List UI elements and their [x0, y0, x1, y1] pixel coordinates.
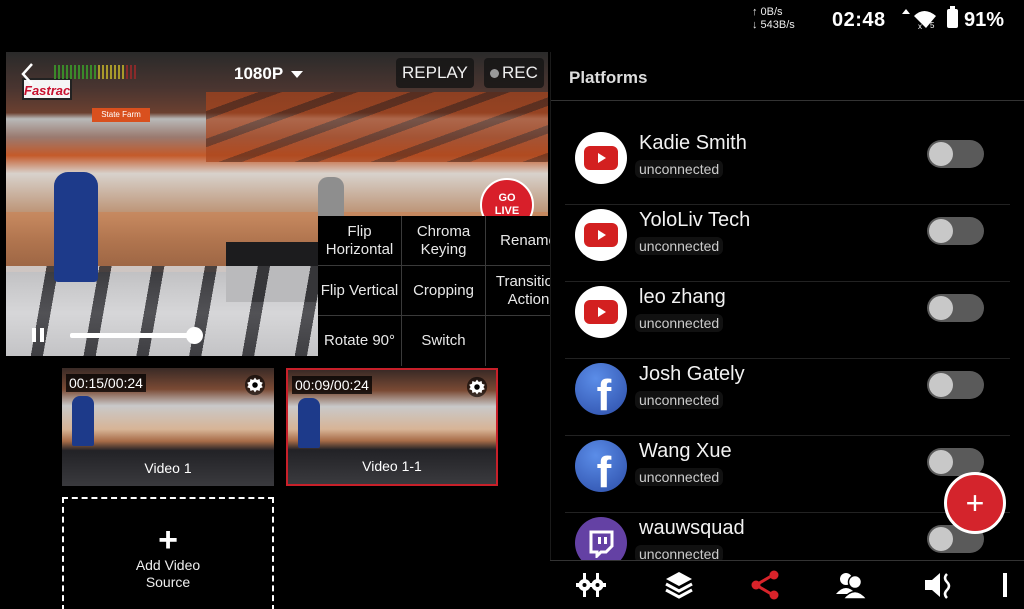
thumbnail-image-person	[72, 396, 94, 446]
toggle-knob	[929, 219, 953, 243]
gear-icon[interactable]	[244, 374, 266, 396]
add-video-source-button[interactable]: + Add Video Source	[62, 497, 274, 609]
gear-icon[interactable]	[466, 376, 488, 398]
youtube-icon	[575, 286, 627, 338]
preview-sign-2: State Farm	[92, 108, 150, 122]
source-context-menu: Flip Horizontal Chroma Keying Rename Fli…	[318, 216, 571, 366]
platform-status: unconnected	[635, 391, 724, 409]
network-speed: ↑ 0B/s ↓ 543B/s	[752, 6, 795, 32]
users-icon	[836, 573, 868, 600]
clock: 02:48	[832, 9, 886, 31]
platform-row[interactable]: Kadie Smith unconnected	[565, 128, 1010, 205]
platform-status: unconnected	[635, 314, 724, 332]
add-source-label: Add Video Source	[64, 557, 272, 591]
toggle-knob	[929, 527, 953, 551]
preview-image-person	[54, 172, 98, 282]
upload-speed: 0B/s	[760, 6, 783, 18]
nav-audio[interactable]	[922, 569, 956, 601]
pause-button[interactable]	[32, 328, 46, 342]
nav-mixer[interactable]	[574, 569, 608, 601]
playback-progress-thumb[interactable]	[186, 327, 203, 344]
platform-status: unconnected	[635, 237, 724, 255]
platform-list: Kadie Smith unconnected YoloLiv Tech unc…	[565, 128, 1010, 590]
status-bar: ↑ 0B/s ↓ 543B/s 02:48 x 5 91%	[0, 0, 1024, 40]
platform-toggle[interactable]	[927, 217, 984, 245]
replay-button[interactable]: REPLAY	[396, 58, 474, 88]
svg-text:5: 5	[930, 21, 935, 30]
source-time: 00:09/00:24	[292, 376, 372, 394]
platform-row[interactable]: f Josh Gately unconnected	[565, 359, 1010, 436]
share-icon	[751, 570, 779, 600]
platform-toggle[interactable]	[927, 140, 984, 168]
platform-status: unconnected	[635, 468, 724, 486]
svg-text:x: x	[918, 22, 922, 30]
source-thumbnail[interactable]: 00:15/00:24 Video 1	[62, 368, 274, 486]
resolution-value: 1080P	[234, 64, 284, 83]
dropdown-arrow-icon	[291, 70, 304, 78]
bottom-nav	[550, 560, 1024, 609]
platform-row[interactable]: leo zhang unconnected	[565, 282, 1010, 359]
mixer-icon	[576, 573, 606, 597]
download-arrow-icon: ↓	[752, 19, 758, 31]
source-thumbnail-selected[interactable]: 00:09/00:24 Video 1-1	[286, 368, 498, 486]
playback-progress-track[interactable]	[70, 333, 194, 338]
audio-level-meter	[54, 65, 136, 79]
platform-name: Wang Xue	[639, 440, 732, 462]
nav-more[interactable]	[998, 569, 1012, 601]
back-icon[interactable]	[20, 62, 36, 86]
battery-icon	[947, 6, 958, 28]
facebook-icon: f	[575, 440, 627, 492]
add-platform-button[interactable]: +	[944, 472, 1006, 534]
layers-icon	[665, 572, 693, 599]
pause-icon-bar	[32, 328, 36, 342]
platform-toggle[interactable]	[927, 294, 984, 322]
wifi-signal-icon: x 5	[902, 9, 936, 30]
resolution-select[interactable]: 1080P	[234, 64, 304, 84]
platform-status: unconnected	[635, 160, 724, 178]
add-source-label-line1: Add Video	[135, 557, 201, 573]
battery-percent: 91%	[964, 9, 1005, 31]
record-button[interactable]: REC	[484, 58, 544, 88]
toggle-knob	[929, 142, 953, 166]
add-source-label-line2: Source	[145, 574, 191, 590]
menu-item-flip-horizontal[interactable]: Flip Horizontal	[318, 216, 402, 266]
nav-layers[interactable]	[662, 569, 696, 601]
preview-image-stands	[206, 92, 548, 162]
go-live-text-1: GO	[498, 192, 516, 204]
nav-users[interactable]	[834, 569, 868, 601]
record-label: REC	[502, 63, 538, 82]
upload-arrow-icon: ↑	[752, 6, 758, 18]
plus-icon: +	[158, 521, 178, 559]
download-speed: 543B/s	[760, 19, 795, 31]
platform-name: wauwsquad	[639, 517, 745, 539]
nav-share[interactable]	[748, 569, 782, 601]
platform-name: leo zhang	[639, 286, 726, 308]
toggle-knob	[929, 373, 953, 397]
record-dot-icon	[490, 68, 499, 78]
menu-item-switch[interactable]: Switch	[402, 316, 486, 366]
menu-item-flip-vertical[interactable]: Flip Vertical	[318, 266, 402, 316]
facebook-icon: f	[575, 363, 627, 415]
more-icon	[1003, 573, 1007, 597]
youtube-icon	[575, 132, 627, 184]
pause-icon-bar	[40, 328, 44, 342]
menu-item-cropping[interactable]: Cropping	[402, 266, 486, 316]
source-label: Video 1-1	[362, 458, 422, 474]
source-label: Video 1	[144, 460, 192, 476]
divider	[551, 100, 1024, 101]
menu-item-rotate-90[interactable]: Rotate 90°	[318, 316, 402, 366]
menu-item-chroma-keying[interactable]: Chroma Keying	[402, 216, 486, 266]
platform-name: Kadie Smith	[639, 132, 747, 154]
thumbnail-image-person	[298, 398, 320, 448]
panel-title: Platforms	[569, 68, 648, 87]
toggle-knob	[929, 450, 953, 474]
source-time: 00:15/00:24	[66, 374, 146, 392]
platform-toggle[interactable]	[927, 371, 984, 399]
audio-icon	[925, 573, 951, 599]
youtube-icon	[575, 209, 627, 261]
platform-name: Josh Gately	[639, 363, 745, 385]
toggle-knob	[929, 296, 953, 320]
platform-row[interactable]: YoloLiv Tech unconnected	[565, 205, 1010, 282]
platform-name: YoloLiv Tech	[639, 209, 751, 231]
